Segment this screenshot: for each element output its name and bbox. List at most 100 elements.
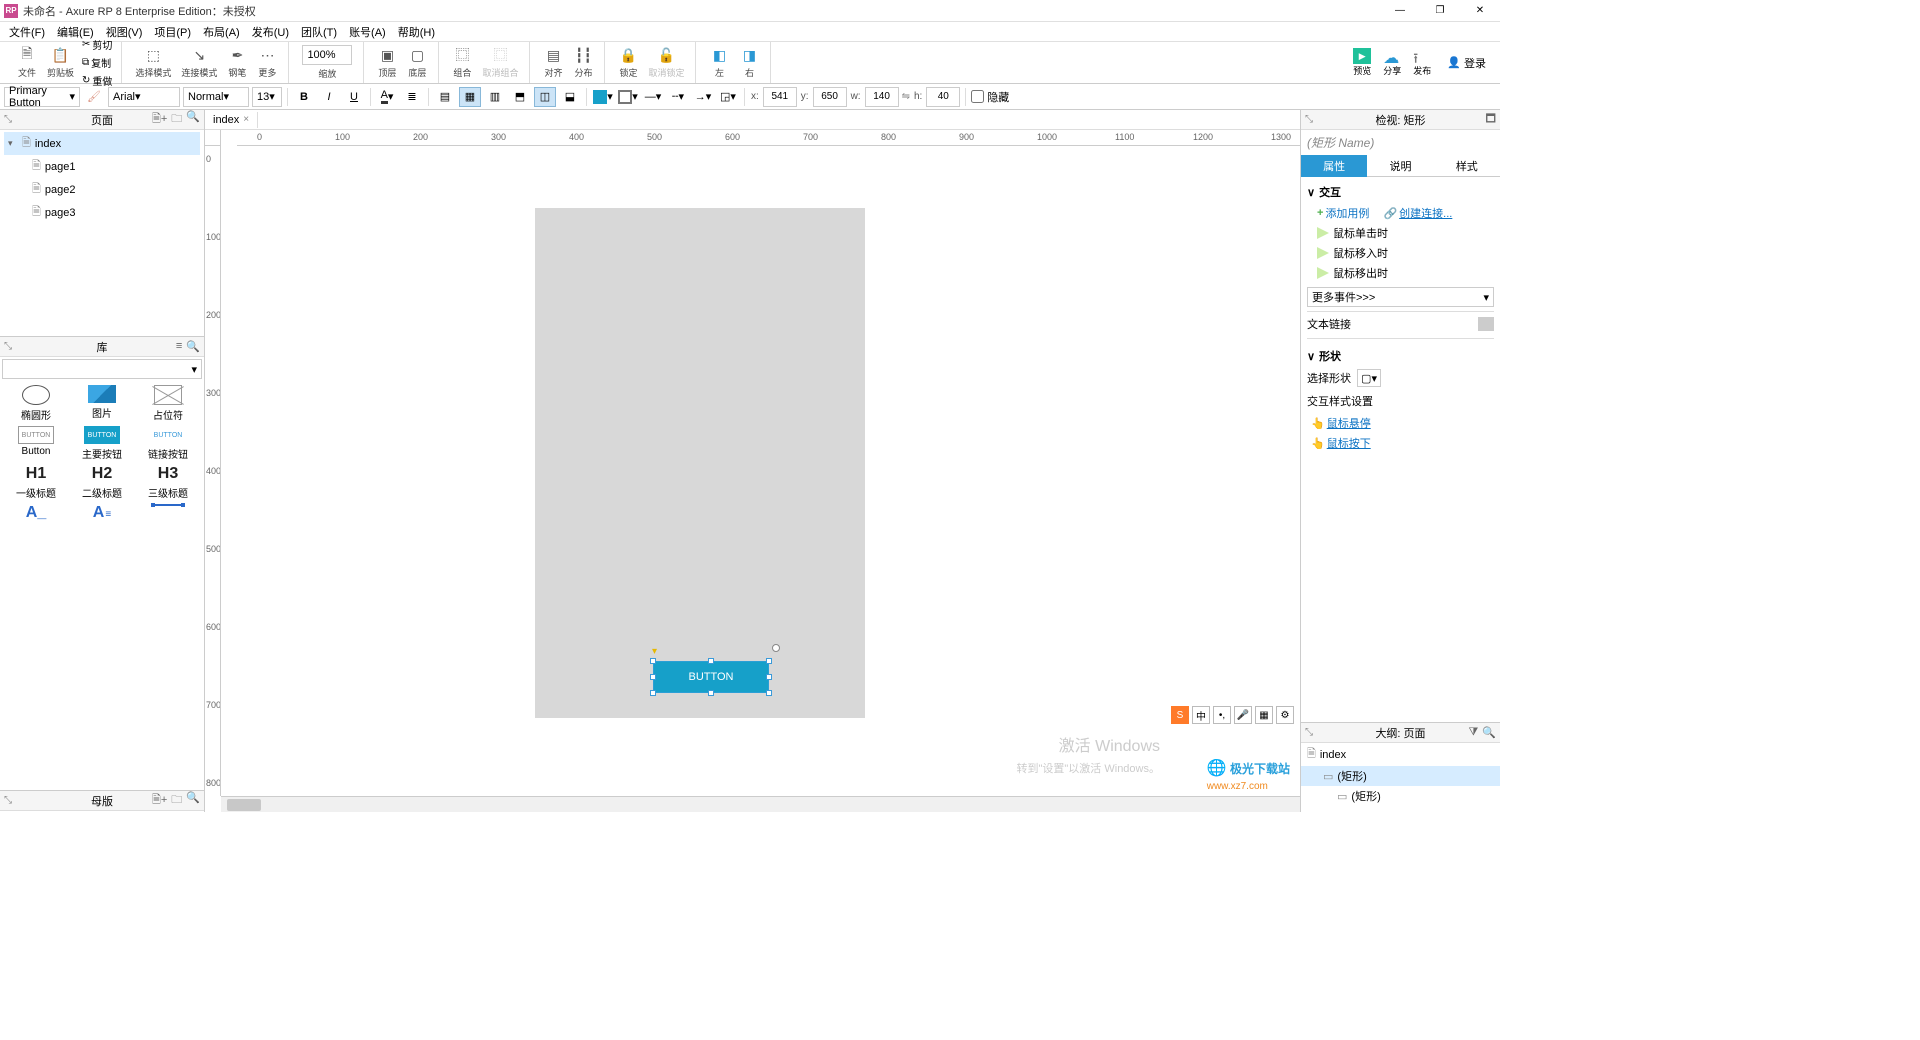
arrow-button[interactable]: →▾ [692,87,714,107]
line-color-button[interactable]: ▾ [617,87,639,107]
search-icon[interactable]: 🔍 [186,110,200,129]
ungroup-button[interactable]: ⿴取消组合 [477,44,523,81]
align-center-button[interactable]: ▦ [459,87,481,107]
page-row-index[interactable]: ▾🗎index [4,132,200,155]
font-size-combo[interactable]: 13▾ [252,87,282,107]
menu-team[interactable]: 团队(T) [296,22,342,42]
lib-item-paragraph[interactable]: A≡ [70,504,134,522]
align-left-button[interactable]: ▤ [434,87,456,107]
lib-item-h2[interactable]: H2二级标题 [70,465,134,500]
page-row[interactable]: 🗎page2 [4,178,200,201]
event-mouseleave[interactable]: 鼠标移出时 [1307,263,1494,283]
lock-ratio-icon[interactable]: ⇋ [902,91,910,102]
lib-item-placeholder[interactable]: 占位符 [136,385,200,422]
widget-name-input[interactable]: (矩形 Name) [1301,130,1500,155]
preview-button[interactable]: ▶预览 [1349,46,1375,79]
page-tab-index[interactable]: index× [205,112,258,128]
outline-item[interactable]: ▭(矩形) [1301,766,1500,786]
corner-button[interactable]: ◲▾ [717,87,739,107]
send-back-button[interactable]: ▢底层 [402,44,432,81]
maximize-button[interactable]: ❐ [1420,0,1460,22]
unlock-button[interactable]: 🔓取消锁定 [643,44,689,81]
menu-publish[interactable]: 发布(U) [247,22,294,42]
ime-settings-button[interactable]: ⚙ [1276,706,1294,724]
tab-notes[interactable]: 说明 [1367,155,1433,177]
clipboard-button[interactable]: 📋剪贴板 [42,44,79,81]
more-events-combo[interactable]: 更多事件>>>▾ [1307,287,1494,307]
group-button[interactable]: ⿴组合 [447,44,477,81]
distribute-button[interactable]: ┇┇分布 [568,44,598,81]
add-case-link[interactable]: +添加用例 [1317,205,1369,221]
canvas[interactable]: BUTTON ▾ S 中 •, 🎤 ▦ [221,146,1300,796]
page-row[interactable]: 🗎page3 [4,201,200,224]
line-width-button[interactable]: —▾ [642,87,664,107]
horizontal-scrollbar[interactable] [221,796,1300,812]
file-button[interactable]: 🗎文件 [12,44,42,81]
zoom-combo[interactable]: 100%缩放 [297,43,357,82]
tab-properties[interactable]: 属性 [1301,155,1367,177]
lib-item-image[interactable]: 图片 [70,385,134,422]
close-tab-icon[interactable]: × [243,114,249,125]
pressed-style-link[interactable]: 👆 鼠标按下 [1307,433,1494,453]
copy-button[interactable]: ⧉ 复制 [79,54,115,71]
shape-combo[interactable]: ▢▾ [1357,369,1381,387]
lib-item-h1[interactable]: H1一级标题 [4,465,68,500]
outline-search-icon[interactable]: 🔍 [1482,726,1496,739]
y-input[interactable] [813,87,847,107]
ime-voice-button[interactable]: 🎤 [1234,706,1252,724]
create-link-link[interactable]: 🔗创建连接... [1383,205,1452,221]
shape-section[interactable]: ∨形状 [1307,345,1494,367]
fill-color-button[interactable]: ▾ [592,87,614,107]
ime-lang-button[interactable]: 中 [1192,706,1210,724]
add-folder-icon[interactable]: 🗀 [171,110,182,129]
font-style-combo[interactable]: Normal▾ [183,87,249,107]
selected-button-widget[interactable]: BUTTON ▾ [653,661,769,693]
align-right-button[interactable]: ▥ [484,87,506,107]
lib-item-h3[interactable]: H3三级标题 [136,465,200,500]
lib-menu-icon[interactable]: ≡ [176,340,182,353]
bold-button[interactable]: B [293,87,315,107]
lib-select[interactable]: ▾ [2,359,202,379]
inspector-expand-icon[interactable]: 🗖 [1486,110,1496,129]
text-link-button[interactable] [1478,317,1494,331]
lib-item-link-button[interactable]: BUTTON链接按钮 [136,426,200,461]
outline-root[interactable]: 🗎index [1301,743,1500,766]
dock-left-button[interactable]: ◧左 [704,44,734,81]
paintformat-button[interactable]: 🖌 [83,87,105,107]
interactions-section[interactable]: ∨交互 [1307,181,1494,203]
menu-account[interactable]: 账号(A) [344,22,391,42]
rotate-handle[interactable] [772,644,780,652]
share-button[interactable]: ☁分享 [1379,46,1405,79]
hover-style-link[interactable]: 👆 鼠标悬停 [1307,413,1494,433]
widget-style-combo[interactable]: Primary Button▾ [4,87,80,107]
minimize-button[interactable]: — [1380,0,1420,22]
more-button[interactable]: ⋯更多 [252,44,282,81]
publish-button[interactable]: ⭱发布 [1409,46,1435,79]
font-color-button[interactable]: A▾ [376,87,398,107]
lib-item-primary-button[interactable]: BUTTON主要按钮 [70,426,134,461]
h-input[interactable] [926,87,960,107]
add-page-icon[interactable]: 🗎+ [152,110,167,129]
ime-keyboard-button[interactable]: ▦ [1255,706,1273,724]
x-input[interactable] [763,87,797,107]
cut-button[interactable]: ✂ 剪切 [79,36,115,53]
add-master-icon[interactable]: 🗎+ [152,791,167,810]
ime-punct-button[interactable]: •, [1213,706,1231,724]
underline-button[interactable]: U [343,87,365,107]
outline-item[interactable]: ▭(矩形) [1301,786,1500,806]
align-bottom-button[interactable]: ⬓ [559,87,581,107]
line-style-button[interactable]: ╌▾ [667,87,689,107]
event-mouseenter[interactable]: 鼠标移入时 [1307,243,1494,263]
connect-mode-button[interactable]: ↘连接模式 [176,44,222,81]
master-search-icon[interactable]: 🔍 [186,791,200,810]
align-middle-button[interactable]: ◫ [534,87,556,107]
align-button[interactable]: ▤对齐 [538,44,568,81]
select-mode-button[interactable]: ⬚选择模式 [130,44,176,81]
bullets-button[interactable]: ≣ [401,87,423,107]
lib-search-icon[interactable]: 🔍 [186,340,200,353]
page-row[interactable]: 🗎page1 [4,155,200,178]
menu-file[interactable]: 文件(F) [4,22,50,42]
event-click[interactable]: 鼠标单击时 [1307,223,1494,243]
font-combo[interactable]: Arial▾ [108,87,180,107]
master-folder-icon[interactable]: 🗀 [171,791,182,810]
